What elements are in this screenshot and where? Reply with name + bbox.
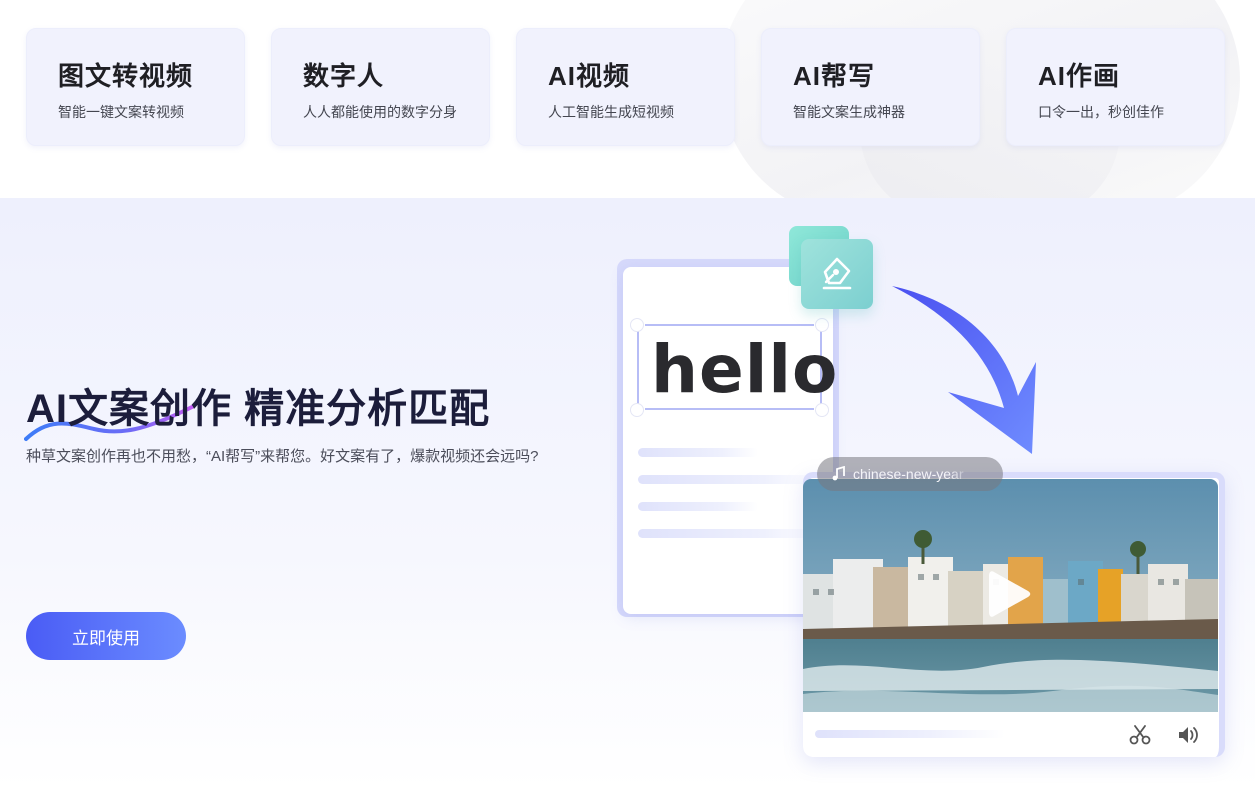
feature-card-subtitle: 智能文案生成神器	[793, 104, 905, 120]
hero-title: AI文案创作 精准分析匹配	[26, 387, 491, 431]
feature-card-ai-painting[interactable]: AI作画 口令一出，秒创佳作	[1006, 28, 1225, 146]
feature-card-digital-human[interactable]: 数字人 人人都能使用的数字分身	[271, 28, 490, 146]
document-illustration	[623, 267, 833, 614]
feature-card-title: AI帮写	[793, 61, 876, 91]
selection-handle	[630, 318, 644, 332]
music-note-icon	[832, 466, 845, 481]
use-now-button[interactable]: 立即使用	[26, 612, 186, 660]
hero-description: 种草文案创作再也不用愁，“AI帮写”来帮您。好文案有了，爆款视频还会远吗?	[26, 448, 539, 465]
volume-icon[interactable]	[1177, 724, 1199, 746]
feature-card-subtitle: 人工智能生成短视频	[548, 104, 674, 120]
feature-card-list: 图文转视频 智能一键文案转视频 数字人 人人都能使用的数字分身 AI视频 人工智…	[26, 28, 1225, 146]
feature-card-ai-video[interactable]: AI视频 人工智能生成短视频	[516, 28, 735, 146]
feature-card-subtitle: 人人都能使用的数字分身	[303, 104, 457, 120]
feature-card-title: 数字人	[303, 61, 385, 91]
feature-card-title: AI作画	[1038, 61, 1121, 91]
document-text-line	[638, 529, 818, 538]
feature-card-subtitle: 智能一键文案转视频	[58, 104, 184, 120]
document-text-line	[638, 448, 758, 457]
document-text-line	[638, 502, 758, 511]
selection-handle	[630, 403, 644, 417]
scissors-icon[interactable]	[1129, 724, 1151, 746]
feature-card-ai-writer[interactable]: AI帮写 智能文案生成神器	[761, 28, 980, 146]
document-word: hello	[651, 331, 839, 408]
play-icon[interactable]	[988, 568, 1032, 620]
feature-card-subtitle: 口令一出，秒创佳作	[1038, 104, 1164, 120]
pen-nib-icon	[822, 257, 852, 290]
feature-card-title: AI视频	[548, 61, 631, 91]
music-track-pill[interactable]: chinese-new-year	[817, 457, 1003, 491]
feature-card-title: 图文转视频	[58, 61, 194, 91]
selection-handle	[815, 318, 829, 332]
video-progress-bar[interactable]	[815, 730, 1005, 738]
feature-card-image-to-video[interactable]: 图文转视频 智能一键文案转视频	[26, 28, 245, 146]
flow-arrow	[892, 286, 1036, 454]
pen-badge	[801, 239, 873, 309]
music-track-name: chinese-new-year	[853, 466, 964, 482]
hero-section: AI文案创作 精准分析匹配 种草文案创作再也不用愁，“AI帮写”来帮您。好文案有…	[0, 198, 1255, 789]
document-text-line	[638, 475, 818, 484]
feature-band: 图文转视频 智能一键文案转视频 数字人 人人都能使用的数字分身 AI视频 人工智…	[0, 0, 1255, 198]
